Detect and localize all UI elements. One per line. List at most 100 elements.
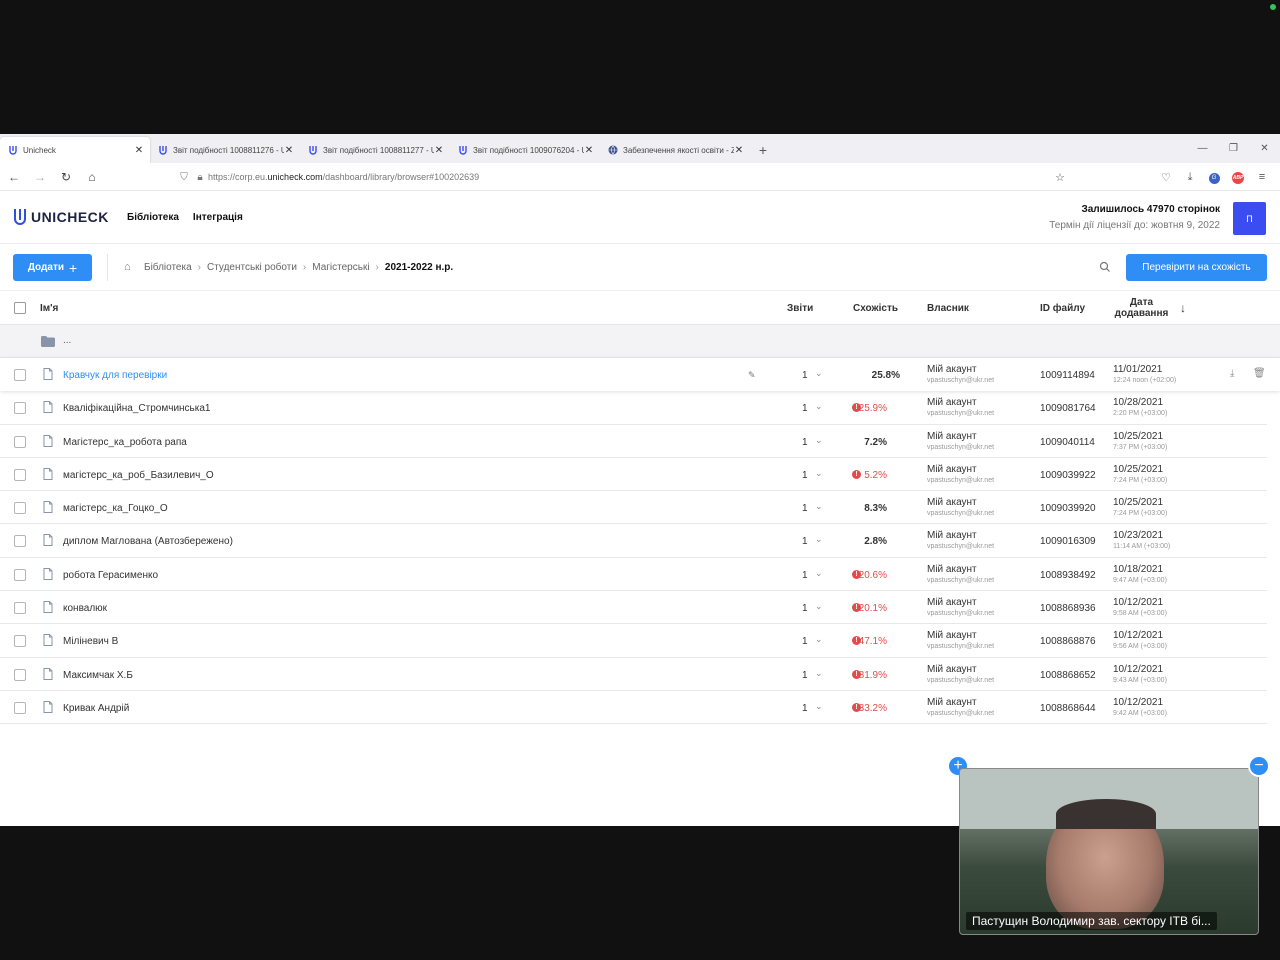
download-icon[interactable]: ⤓ <box>1230 368 1234 379</box>
similarity-value[interactable]: 81.9% <box>859 670 887 681</box>
menu-icon[interactable]: ≡ <box>1250 171 1274 183</box>
row-checkbox[interactable] <box>14 668 26 681</box>
add-button[interactable]: Додати + <box>13 254 92 281</box>
file-name[interactable]: магістерс_ка_роб_Базилевич_О <box>63 470 214 481</box>
row-checkbox[interactable] <box>14 568 26 581</box>
tab-close-icon[interactable]: ✕ <box>284 145 294 156</box>
chevron-down-icon[interactable]: ⌄ <box>815 401 823 412</box>
column-reports[interactable]: Звіти <box>787 303 813 314</box>
search-icon[interactable] <box>1099 261 1111 273</box>
similarity-value[interactable]: 33.2% <box>859 703 887 714</box>
shield-icon[interactable]: ⛉ <box>176 172 192 183</box>
tab-close-icon[interactable]: ✕ <box>134 145 144 156</box>
similarity-value[interactable]: 8.3% <box>864 503 887 514</box>
row-checkbox[interactable] <box>14 602 26 615</box>
restore-icon[interactable]: ❐ <box>1218 134 1249 163</box>
tab-report-3[interactable]: Звіт подібності 1009076204 - Ur ✕ <box>450 137 600 163</box>
trash-icon[interactable]: 🗑︎ <box>1253 368 1266 379</box>
tab-report-2[interactable]: Звіт подібності 1008811277 - Ur ✕ <box>300 137 450 163</box>
nav-integration[interactable]: Інтеграція <box>193 212 243 223</box>
nav-library[interactable]: Бібліотека <box>127 212 179 223</box>
tab-report-1[interactable]: Звіт подібності 1008811276 - Ur ✕ <box>150 137 300 163</box>
bookmark-star-icon[interactable]: ☆ <box>1048 171 1072 184</box>
similarity-value[interactable]: 2.8% <box>864 536 887 547</box>
tab-quality[interactable]: Забезпечення якості освіти - Z ✕ <box>600 137 750 163</box>
home-icon[interactable]: ⌂ <box>80 170 104 184</box>
similarity-value[interactable]: 20.6% <box>859 570 887 581</box>
row-checkbox[interactable] <box>14 502 26 515</box>
tab-close-icon[interactable]: ✕ <box>584 145 594 156</box>
table-row[interactable]: магістерс_ка_Гоцко_О 1 ⌄ 8.3% Мій акаунт vpas… <box>0 491 1267 525</box>
chevron-down-icon[interactable]: ⌄ <box>815 468 823 479</box>
table-row[interactable]: конвалюк 1 ⌄! 20.1% Мій акаунт vpastuschyn@uk… <box>0 591 1267 625</box>
sort-down-arrow-icon[interactable]: ↓ <box>1180 301 1186 315</box>
table-row[interactable]: Міліневич В 1 ⌄! 47.1% Мій акаунт vpastuschyn… <box>0 624 1267 658</box>
file-name[interactable]: Кваліфікаційна_Стромчинська1 <box>63 403 210 414</box>
file-name[interactable]: Міліневич В <box>63 636 118 647</box>
reload-icon[interactable]: ↻ <box>54 170 78 184</box>
lock-icon[interactable]: 🔒︎ <box>192 172 208 183</box>
pocket-icon[interactable]: ♡ <box>1154 171 1178 184</box>
similarity-value[interactable]: 7.2% <box>864 437 887 448</box>
adblock-icon[interactable]: ABP <box>1226 170 1250 184</box>
chevron-down-icon[interactable]: ⌄ <box>815 568 823 579</box>
row-checkbox[interactable] <box>14 369 26 381</box>
chevron-down-icon[interactable]: ⌄ <box>815 701 823 712</box>
file-name[interactable]: конвалюк <box>63 603 107 614</box>
breadcrumb-student-works[interactable]: Студентські роботи <box>207 262 297 273</box>
chevron-down-icon[interactable]: ⌄ <box>815 435 823 446</box>
column-date-added[interactable]: Дата додавання <box>1114 297 1169 319</box>
row-checkbox[interactable] <box>14 635 26 648</box>
chevron-down-icon[interactable]: ⌄ <box>815 534 823 545</box>
table-row[interactable]: магістерс_ка_роб_Базилевич_О 1 ⌄! 5.2% Мій а… <box>0 458 1267 492</box>
file-name[interactable]: робота Герасименко <box>63 570 158 581</box>
chevron-down-icon[interactable]: ⌄ <box>815 668 823 679</box>
address-bar[interactable]: ⛉ 🔒︎ https://corp.eu. unicheck.com/dashbo… <box>176 167 1082 187</box>
tab-close-icon[interactable]: ✕ <box>734 145 744 156</box>
column-file-id[interactable]: ID файлу <box>1040 303 1085 314</box>
edit-pencil-icon[interactable]: ✎ <box>748 370 756 381</box>
file-name[interactable]: Кравчук для перевірки <box>63 370 167 381</box>
table-row[interactable]: Магістерс_ка_робота рапа 1 ⌄ 7.2% Мій акаунт… <box>0 425 1267 458</box>
chevron-down-icon[interactable]: ⌄ <box>815 501 823 512</box>
file-name[interactable]: магістерс_ка_Гоцко_О <box>63 503 168 514</box>
similarity-value[interactable]: 47.1% <box>859 636 887 647</box>
similarity-value[interactable]: 25.9% <box>859 403 887 414</box>
minimize-icon[interactable]: — <box>1187 134 1218 163</box>
tab-unicheck[interactable]: Unicheck ✕ <box>0 137 150 163</box>
back-arrow-icon[interactable]: ← <box>2 170 26 184</box>
table-row[interactable]: Кравчук для перевірки ✎ 1 ⌄ 25.8% Мій акаунт v… <box>0 358 1280 392</box>
download-icon[interactable]: ⤓ <box>1178 171 1202 184</box>
home-icon[interactable]: ⌂ <box>124 261 138 273</box>
table-row[interactable]: робота Герасименко 1 ⌄! 20.6% Мій акаунт vpas… <box>0 558 1267 592</box>
extension-icon[interactable]: G <box>1202 170 1226 184</box>
table-row[interactable]: Кривак Андрій 1 ⌄! 33.2% Мій акаунт vpastusch… <box>0 691 1267 725</box>
column-name[interactable]: Ім'я <box>40 303 58 314</box>
unicheck-logo[interactable]: UNICHECK <box>13 208 109 226</box>
breadcrumb-library[interactable]: Бібліотека <box>144 262 192 273</box>
similarity-value[interactable]: 20.1% <box>859 603 887 614</box>
file-name[interactable]: диплом Маглована (Автозбережено) <box>63 536 233 547</box>
similarity-value[interactable]: 5.2% <box>864 470 887 481</box>
zoom-out-button[interactable]: − <box>1248 755 1270 777</box>
close-window-icon[interactable]: ✕ <box>1249 134 1280 163</box>
row-checkbox[interactable] <box>14 468 26 481</box>
row-checkbox[interactable] <box>14 435 26 448</box>
similarity-value[interactable]: 25.8% <box>872 370 900 381</box>
table-row[interactable]: Кваліфікаційна_Стромчинська1 1 ⌄! 25.9% Мій … <box>0 391 1267 425</box>
tab-close-icon[interactable]: ✕ <box>434 145 444 156</box>
row-checkbox[interactable] <box>14 535 26 548</box>
table-row[interactable]: диплом Маглована (Автозбережено) 1 ⌄ 2.8% Мі… <box>0 524 1267 558</box>
breadcrumb-masters[interactable]: Магістерські <box>312 262 369 273</box>
chevron-down-icon[interactable]: ⌄ <box>815 368 823 379</box>
file-name[interactable]: Магістерс_ка_робота рапа <box>63 437 187 448</box>
check-similarity-button[interactable]: Перевірити на схожість <box>1126 254 1267 281</box>
row-checkbox[interactable] <box>14 701 26 714</box>
chevron-down-icon[interactable]: ⌄ <box>815 601 823 612</box>
forward-arrow-icon[interactable]: → <box>28 170 52 184</box>
column-similarity[interactable]: Схожість <box>853 303 898 314</box>
row-checkbox[interactable] <box>14 402 26 415</box>
new-tab-icon[interactable]: + <box>750 137 776 163</box>
select-all-checkbox[interactable] <box>14 302 26 314</box>
table-row[interactable]: Максимчак Х.Б 1 ⌄! 81.9% Мій акаунт vpastusch… <box>0 658 1267 691</box>
